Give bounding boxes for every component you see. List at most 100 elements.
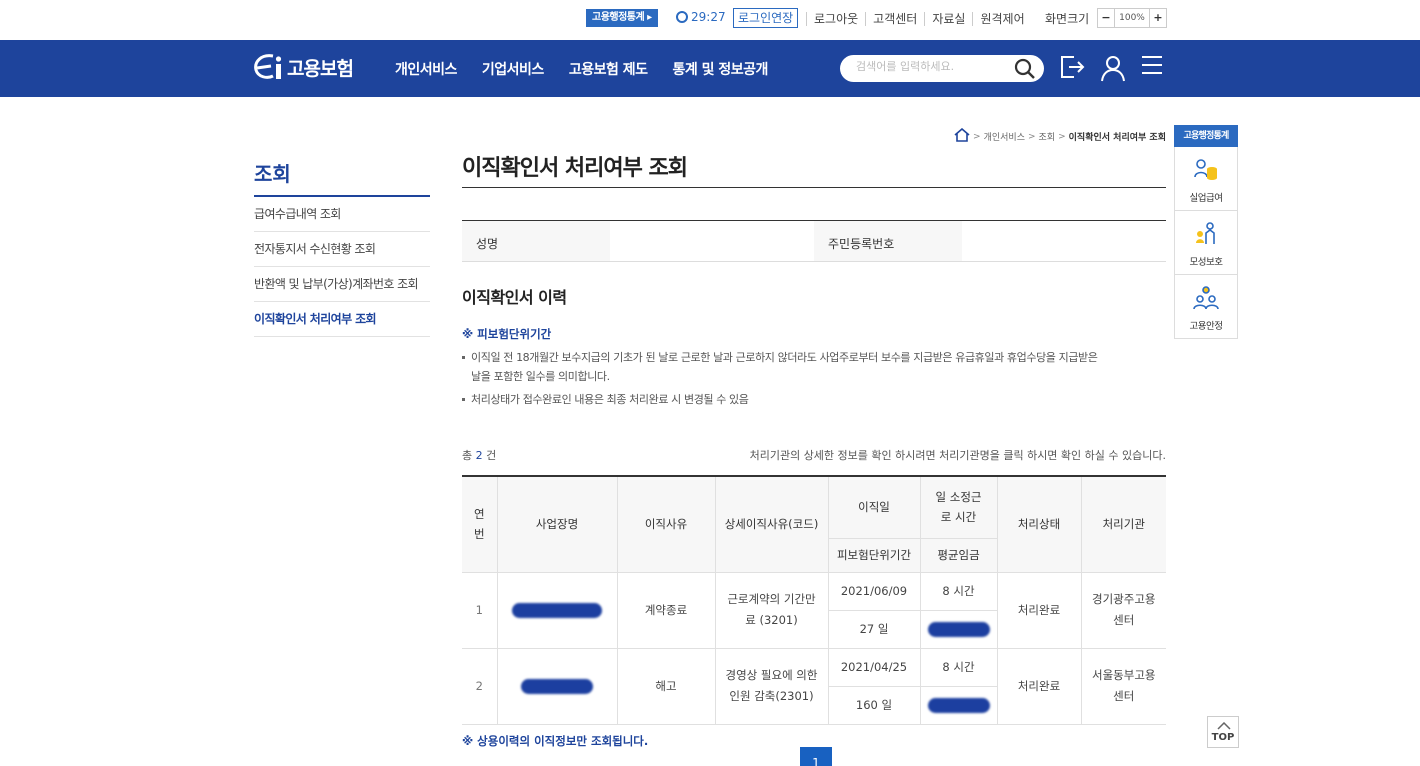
- breadcrumb-item[interactable]: 개인서비스: [984, 130, 1025, 143]
- agency-link[interactable]: 경기광주고용 센터: [1080, 571, 1166, 649]
- history-table: 연번 사업장명 이직사유 상세이직사유(코드) 이직일 일 소정근로 시간 처리…: [462, 475, 1166, 725]
- row-period: 160 일: [828, 685, 921, 725]
- zoom-out-button[interactable]: −: [1098, 9, 1114, 27]
- wage-redacted: [919, 685, 997, 725]
- utility-bar: 고용행정통계 ▸ 29:27 로그인연장 로그아웃 고객센터 자료실 원격제어 화면크…: [0, 0, 1420, 40]
- logout-icon[interactable]: [1059, 54, 1085, 85]
- row-hours: 8 시간: [919, 647, 998, 687]
- col-agency: 처리기관: [1080, 476, 1166, 573]
- side-nav-item[interactable]: 반환액 및 납부(가상)계좌번호 조회: [254, 267, 430, 302]
- row-status: 처리완료: [996, 647, 1082, 725]
- page-button-current[interactable]: 1: [800, 747, 832, 766]
- extend-login-button[interactable]: 로그인연장: [733, 8, 799, 28]
- note-item: 이직일 전 18개월간 보수지급의 기초가 된 날로 근로한 날과 근로하지 않…: [462, 348, 1166, 386]
- row-no: 1: [462, 571, 498, 649]
- row-status: 처리완료: [996, 571, 1082, 649]
- wage-redacted: [919, 609, 997, 649]
- breadcrumb-separator: >: [1058, 131, 1066, 142]
- col-date: 이직일: [827, 476, 921, 539]
- col-wage: 평균임금: [919, 538, 997, 573]
- col-period: 피보험단위기간: [828, 538, 921, 573]
- search-box: [840, 55, 1044, 82]
- scroll-top-button[interactable]: TOP: [1207, 716, 1239, 748]
- util-links: 로그아웃 고객센터 자료실 원격제어: [806, 10, 1032, 27]
- side-nav-item-active[interactable]: 이직확인서 처리여부 조회: [254, 302, 430, 337]
- menu-icon[interactable]: [1141, 54, 1163, 85]
- quick-item-label: 실업급여: [1189, 193, 1223, 204]
- site-logo[interactable]: 고용보험: [253, 52, 354, 82]
- logout-link[interactable]: 로그아웃: [806, 12, 866, 26]
- side-nav-item[interactable]: 급여수급내역 조회: [254, 197, 430, 232]
- breadcrumb-item[interactable]: 조회: [1039, 130, 1056, 143]
- main-content: 이직확인서 처리여부 조회 성명 주민등록번호 이직확인서 이력 ※ 피보험단위…: [462, 150, 1166, 749]
- name-value: [610, 221, 814, 261]
- logo-icon: [253, 52, 283, 82]
- breadcrumb: > 개인서비스 > 조회 > 이직확인서 처리여부 조회: [954, 127, 1166, 145]
- user-icon[interactable]: [1099, 54, 1127, 85]
- row-detail: 경영상 필요에 의한 인원 감축(2301): [714, 647, 829, 725]
- header-icons: [1059, 54, 1177, 85]
- menu-statistics[interactable]: 통계 및 정보공개: [672, 59, 768, 79]
- main-header: 고용보험 개인서비스 기업서비스 고용보험 제도 통계 및 정보공개: [0, 40, 1420, 97]
- row-date: 2021/04/25: [827, 647, 921, 687]
- stats-button[interactable]: 고용행정통계 ▸: [586, 9, 658, 27]
- zoom-in-button[interactable]: +: [1150, 9, 1166, 27]
- menu-business[interactable]: 기업서비스: [482, 59, 544, 79]
- zoom-control: − 100% +: [1097, 8, 1167, 28]
- quick-item-unemployment[interactable]: 실업급여: [1174, 147, 1238, 211]
- rrn-value: [962, 221, 1166, 261]
- maternity-icon: [1196, 222, 1215, 244]
- table-meta: 총 2 건 처리기관의 상세한 정보를 확인 하시려면 처리기관명을 클릭 하시…: [462, 447, 1166, 463]
- session-timer: 29:27: [676, 10, 726, 24]
- customer-center-link[interactable]: 고객센터: [865, 12, 925, 26]
- quick-item-maternity[interactable]: 모성보호: [1174, 211, 1238, 275]
- row-reason: 계약종료: [616, 571, 716, 649]
- agency-hint: 처리기관의 상세한 정보를 확인 하시려면 처리기관명을 클릭 하시면 확인 하…: [749, 449, 1166, 462]
- employment-stability-icon: [1193, 286, 1219, 310]
- archive-link[interactable]: 자료실: [924, 12, 973, 26]
- result-count: 총 2 건: [462, 449, 497, 462]
- side-nav-item[interactable]: 전자통지서 수신현황 조회: [254, 232, 430, 267]
- col-hours: 일 소정근로 시간: [919, 476, 998, 539]
- menu-personal[interactable]: 개인서비스: [395, 59, 457, 79]
- page-title: 이직확인서 처리여부 조회: [462, 150, 1166, 188]
- note-list: 이직일 전 18개월간 보수지급의 기초가 된 날로 근로한 날과 근로하지 않…: [462, 348, 1166, 409]
- note-heading: ※ 피보험단위기간: [462, 327, 552, 341]
- remote-control-link[interactable]: 원격제어: [972, 12, 1032, 26]
- main-menu: 개인서비스 기업서비스 고용보험 제도 통계 및 정보공개: [395, 59, 793, 79]
- timer-icon: [676, 11, 688, 23]
- quick-menu-title: 고용행정통계: [1174, 125, 1238, 147]
- side-nav: 조회 급여수급내역 조회 전자통지서 수신현황 조회 반환액 및 납부(가상)계…: [254, 158, 430, 337]
- search-icon[interactable]: [1014, 58, 1036, 83]
- breadcrumb-separator: >: [973, 131, 981, 142]
- row-no: 2: [462, 647, 498, 725]
- chevron-up-icon: [1217, 722, 1231, 730]
- search-input[interactable]: [856, 60, 1016, 73]
- section-title: 이직확인서 이력: [462, 288, 567, 307]
- quick-item-label: 모성보호: [1189, 257, 1223, 268]
- home-icon[interactable]: [954, 127, 970, 145]
- row-period: 27 일: [828, 609, 921, 649]
- agency-link[interactable]: 서울동부고용 센터: [1080, 647, 1166, 725]
- row-date: 2021/06/09: [827, 571, 921, 611]
- rrn-label: 주민등록번호: [814, 221, 962, 261]
- menu-system[interactable]: 고용보험 제도: [569, 59, 648, 79]
- breadcrumb-separator: >: [1027, 131, 1036, 142]
- row-detail: 근로계약의 기간만료 (3201): [714, 571, 829, 649]
- quick-item-label: 고용안정: [1189, 321, 1223, 332]
- row-hours: 8 시간: [919, 571, 998, 611]
- unemployment-benefit-icon: [1194, 159, 1217, 180]
- zoom-value: 100%: [1114, 9, 1150, 27]
- col-status: 처리상태: [996, 476, 1082, 573]
- workplace-name-redacted: [496, 647, 618, 725]
- row-reason: 해고: [616, 647, 716, 725]
- zoom-label: 화면크기: [1045, 12, 1090, 26]
- side-nav-title: 조회: [254, 158, 430, 197]
- note-item: 처리상태가 접수완료인 내용은 최종 처리완료 시 변경될 수 있음: [462, 390, 1166, 409]
- workplace-name-redacted: [496, 571, 618, 649]
- quick-item-employment-stability[interactable]: 고용안정: [1174, 275, 1238, 339]
- col-no: 연번: [462, 476, 498, 573]
- user-info-table: 성명 주민등록번호: [462, 220, 1166, 262]
- col-workplace: 사업장명: [496, 476, 618, 573]
- quick-menu: 고용행정통계 실업급여 모성보호 고용안정: [1174, 125, 1238, 339]
